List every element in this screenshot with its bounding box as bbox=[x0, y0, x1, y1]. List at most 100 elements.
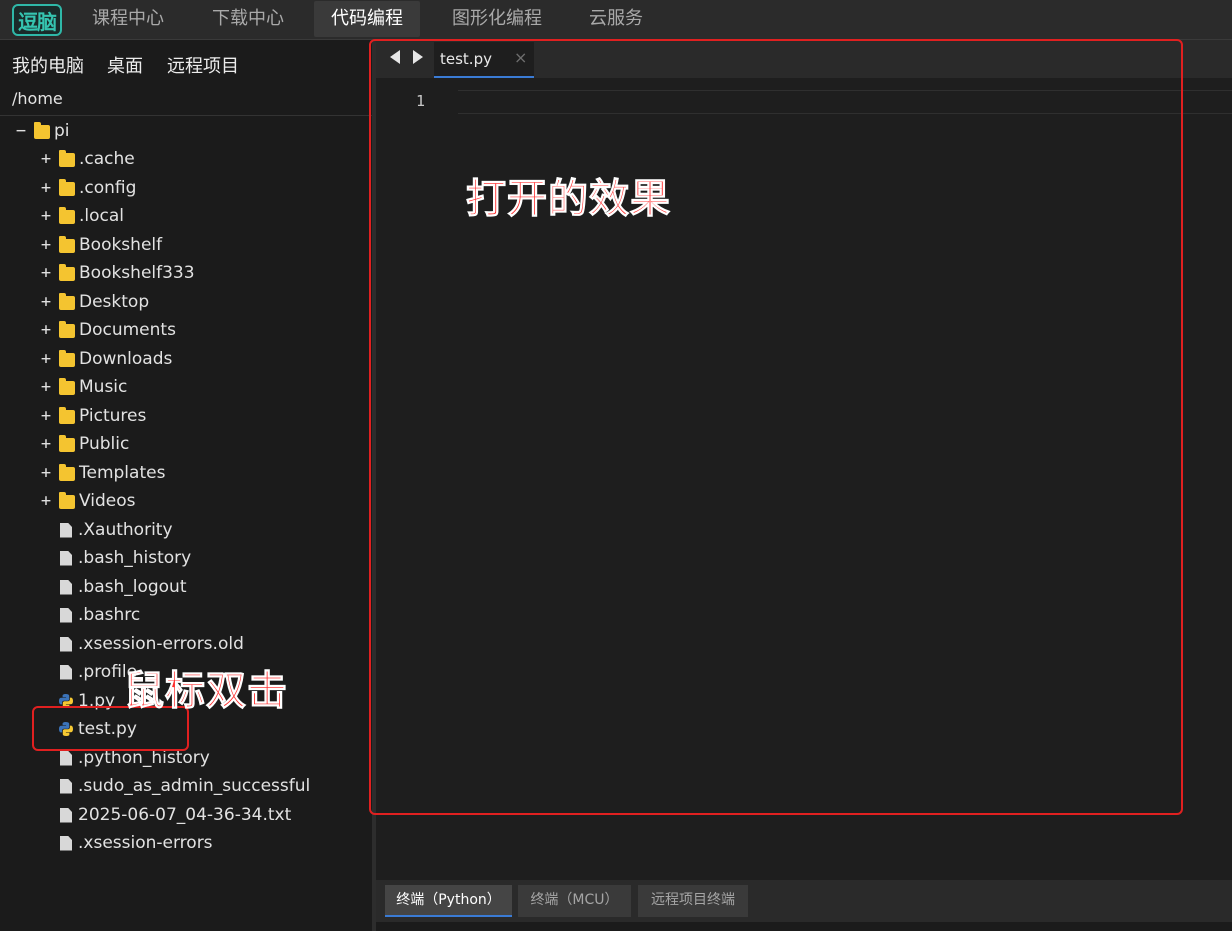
file-explorer: 我的电脑 桌面 远程项目 /home − pi + .cache + .config… bbox=[0, 40, 376, 931]
tree-root[interactable]: − pi bbox=[14, 118, 70, 144]
location-tab-desktop[interactable]: 桌面 bbox=[107, 52, 143, 78]
current-path: /home bbox=[0, 88, 372, 116]
folder-icon bbox=[59, 236, 75, 253]
status-strip bbox=[376, 922, 1232, 931]
expand-icon[interactable]: + bbox=[39, 349, 53, 369]
expand-icon[interactable]: + bbox=[39, 377, 53, 397]
expand-icon[interactable]: + bbox=[39, 235, 53, 255]
expand-icon[interactable]: + bbox=[39, 463, 53, 483]
tree-folder[interactable]: + .cache bbox=[39, 146, 135, 172]
folder-icon bbox=[59, 264, 75, 281]
folder-icon bbox=[59, 407, 75, 424]
file-icon bbox=[60, 522, 72, 538]
tree-folder[interactable]: + Videos bbox=[39, 488, 136, 514]
tree-file[interactable]: .Xauthority bbox=[58, 517, 173, 543]
folder-label: Videos bbox=[79, 491, 136, 511]
annotation-editor-note: 打开的效果 bbox=[466, 176, 671, 223]
tree-file[interactable]: .bash_logout bbox=[58, 574, 187, 600]
folder-icon bbox=[59, 378, 75, 395]
nav-tab-code[interactable]: 代码编程 bbox=[314, 1, 420, 37]
folder-icon bbox=[59, 179, 75, 196]
file-icon bbox=[60, 579, 72, 595]
app-logo[interactable]: 逗脑 bbox=[12, 4, 62, 36]
tree-file[interactable]: .xsession-errors.old bbox=[58, 631, 244, 657]
terminal-tab-python[interactable]: 终端（Python） bbox=[385, 885, 512, 917]
location-tab-remote[interactable]: 远程项目 bbox=[167, 52, 239, 78]
folder-icon bbox=[59, 293, 75, 310]
expand-icon[interactable]: + bbox=[39, 206, 53, 226]
expand-icon[interactable]: + bbox=[39, 263, 53, 283]
nav-tab-courses[interactable]: 课程中心 bbox=[76, 1, 180, 37]
expand-icon[interactable]: + bbox=[39, 178, 53, 198]
tree-folder[interactable]: + Pictures bbox=[39, 403, 146, 429]
top-nav-bar: 逗脑 课程中心 下载中心 代码编程 图形化编程 云服务 bbox=[0, 0, 1232, 40]
tree-folder[interactable]: + .config bbox=[39, 175, 137, 201]
file-label: .python_history bbox=[78, 748, 210, 768]
nav-tab-graphical[interactable]: 图形化编程 bbox=[434, 1, 560, 37]
folder-label: Bookshelf333 bbox=[79, 263, 195, 283]
tree-file[interactable]: 2025-06-07_04-36-34.txt bbox=[58, 802, 291, 828]
file-label: .bash_logout bbox=[78, 577, 187, 597]
annotation-file-note: 鼠标双击 bbox=[124, 668, 288, 715]
folder-open-icon bbox=[34, 122, 50, 139]
folder-icon bbox=[59, 321, 75, 338]
folder-label: Bookshelf bbox=[79, 235, 163, 255]
terminal-tab-remote[interactable]: 远程项目终端 bbox=[638, 885, 748, 917]
file-icon bbox=[60, 636, 72, 652]
folder-label: Pictures bbox=[79, 406, 147, 426]
folder-icon bbox=[59, 350, 75, 367]
file-label: .sudo_as_admin_successful bbox=[78, 776, 311, 796]
file-label: .bash_history bbox=[78, 548, 192, 568]
app-window: 逗脑 课程中心 下载中心 代码编程 图形化编程 云服务 我的电脑 桌面 远程项目… bbox=[0, 0, 1232, 931]
annotation-editor-box bbox=[369, 39, 1183, 815]
tree-folder[interactable]: + Desktop bbox=[39, 289, 149, 315]
nav-tab-downloads[interactable]: 下载中心 bbox=[194, 1, 302, 37]
file-label: .Xauthority bbox=[78, 520, 173, 540]
tree-file[interactable]: .sudo_as_admin_successful bbox=[58, 773, 310, 799]
tree-folder[interactable]: + Downloads bbox=[39, 346, 172, 372]
tree-folder[interactable]: + Music bbox=[39, 374, 128, 400]
expand-icon[interactable]: + bbox=[39, 149, 53, 169]
terminal-tab-mcu[interactable]: 终端（MCU） bbox=[518, 885, 631, 917]
folder-label: .cache bbox=[79, 149, 135, 169]
file-label: .bashrc bbox=[78, 605, 141, 625]
folder-icon bbox=[59, 464, 75, 481]
file-icon bbox=[60, 607, 72, 623]
expand-icon[interactable]: + bbox=[39, 292, 53, 312]
expand-icon[interactable]: + bbox=[39, 434, 53, 454]
folder-icon bbox=[59, 435, 75, 452]
tree-folder[interactable]: + .local bbox=[39, 203, 124, 229]
folder-label: Public bbox=[79, 434, 130, 454]
file-icon bbox=[60, 835, 72, 851]
file-label: .xsession-errors bbox=[78, 833, 213, 853]
folder-icon bbox=[59, 150, 75, 167]
nav-tab-cloud[interactable]: 云服务 bbox=[574, 1, 658, 37]
file-label: .xsession-errors.old bbox=[78, 634, 244, 654]
tree-folder[interactable]: + Documents bbox=[39, 317, 176, 343]
tree-folder[interactable]: + Bookshelf333 bbox=[39, 260, 195, 286]
folder-label: Templates bbox=[79, 463, 166, 483]
tree-file[interactable]: .bashrc bbox=[58, 602, 140, 628]
location-tab-my-computer[interactable]: 我的电脑 bbox=[12, 52, 84, 78]
file-icon bbox=[60, 550, 72, 566]
folder-label: .config bbox=[79, 178, 137, 198]
file-icon bbox=[60, 750, 72, 766]
folder-label: Music bbox=[79, 377, 128, 397]
expand-icon[interactable]: + bbox=[39, 406, 53, 426]
expand-icon[interactable]: + bbox=[39, 491, 53, 511]
file-icon bbox=[60, 664, 72, 680]
expand-icon[interactable]: + bbox=[39, 320, 53, 340]
folder-icon bbox=[59, 492, 75, 509]
tree-folder[interactable]: + Templates bbox=[39, 460, 166, 486]
folder-label: Documents bbox=[79, 320, 176, 340]
collapse-icon[interactable]: − bbox=[14, 121, 28, 141]
tree-file[interactable]: .bash_history bbox=[58, 545, 191, 571]
folder-label: Downloads bbox=[79, 349, 173, 369]
tree-folder[interactable]: + Public bbox=[39, 431, 129, 457]
tree-folder[interactable]: + Bookshelf bbox=[39, 232, 162, 258]
file-label: 2025-06-07_04-36-34.txt bbox=[78, 805, 292, 825]
folder-label: Desktop bbox=[79, 292, 150, 312]
file-icon bbox=[60, 778, 72, 794]
tree-file[interactable]: .xsession-errors bbox=[58, 830, 213, 856]
terminal-tabs-bar: 终端（Python） 终端（MCU） 远程项目终端 bbox=[376, 880, 1232, 922]
